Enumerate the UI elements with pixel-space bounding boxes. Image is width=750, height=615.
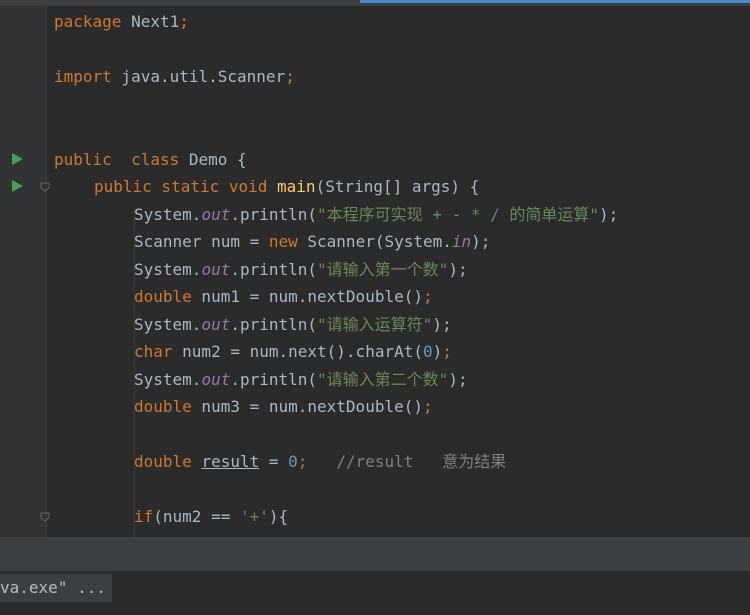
code-text: );: [471, 232, 491, 251]
method-params: (String[] args) {: [315, 177, 480, 196]
semicolon: ;: [297, 452, 308, 471]
console-output: va.exe" ...: [0, 574, 112, 602]
semicolon: ;: [422, 397, 433, 416]
code-text: ): [432, 342, 443, 361]
keyword: public static void: [94, 177, 268, 196]
static-field: out: [201, 370, 231, 389]
horizontal-scrollbar[interactable]: [0, 537, 750, 571]
variable-result: result: [201, 452, 260, 471]
editor-gutter: [0, 6, 47, 537]
code-text: Scanner(System.: [297, 232, 452, 251]
code-text: .println(: [230, 370, 318, 389]
number-literal: 0: [422, 342, 433, 361]
code-text: System.: [134, 370, 202, 389]
code-line-4[interactable]: double num1 = num.nextDouble();: [134, 283, 433, 310]
run-console[interactable]: va.exe" ...: [0, 571, 750, 615]
static-field: out: [201, 260, 231, 279]
number-literal: 0: [288, 452, 298, 471]
code-text: =: [259, 452, 289, 471]
static-field: out: [201, 205, 231, 224]
code-line-import[interactable]: import java.util.Scanner;: [54, 63, 295, 90]
semicolon: ;: [422, 287, 433, 306]
code-text: );: [432, 315, 452, 334]
code-text: num2 = num.next().charAt(: [172, 342, 423, 361]
code-line-6[interactable]: char num2 = num.next().charAt(0);: [134, 338, 452, 365]
import-name: java.util.Scanner: [111, 67, 286, 86]
code-text: );: [599, 205, 619, 224]
code-text: System.: [134, 315, 202, 334]
code-text: num3 = num.nextDouble(): [191, 397, 423, 416]
code-editor[interactable]: package Next1; import java.util.Scanner;…: [47, 6, 750, 537]
code-text: .println(: [230, 260, 318, 279]
semicolon: ;: [179, 12, 189, 31]
code-line-package[interactable]: package Next1;: [54, 8, 189, 35]
keyword: package: [54, 12, 122, 31]
semicolon: ;: [442, 342, 452, 361]
keyword: double: [134, 287, 192, 306]
keyword: public: [54, 150, 112, 169]
code-line-7[interactable]: System.out.println("请输入第二个数");: [134, 366, 468, 393]
code-line-5[interactable]: System.out.println("请输入运算符");: [134, 311, 452, 338]
code-line-2[interactable]: Scanner num = new Scanner(System.in);: [134, 228, 490, 255]
code-line-class[interactable]: public class Demo {: [54, 146, 247, 173]
static-field: in: [451, 232, 472, 251]
active-tab-indicator: [360, 0, 750, 3]
code-line-10[interactable]: if(num2 == '+'){: [134, 503, 288, 530]
keyword: double: [134, 397, 192, 416]
code-text: System.: [134, 205, 202, 224]
code-text: Scanner num =: [134, 232, 269, 251]
static-field: out: [201, 315, 231, 334]
keyword: import: [54, 67, 112, 86]
code-text: );: [448, 370, 468, 389]
keyword: double: [134, 452, 192, 471]
string-literal: "请输入第一个数": [317, 260, 449, 279]
code-line-3[interactable]: System.out.println("请输入第一个数");: [134, 256, 468, 283]
code-line-9[interactable]: double result = 0; //result 意为结果: [134, 448, 506, 475]
code-line-main[interactable]: public static void main(String[] args) {: [94, 173, 479, 200]
code-text: ){: [268, 507, 289, 526]
class-name: Demo {: [179, 150, 247, 169]
keyword: if: [134, 507, 154, 526]
string-literal: "本程序可实现 + - * / 的简单运算": [317, 205, 600, 224]
keyword: class: [111, 150, 180, 169]
code-text: .println(: [230, 315, 318, 334]
char-literal: '+': [239, 507, 269, 526]
comment: //result 意为结果: [307, 452, 507, 471]
method-name: main: [267, 177, 316, 196]
code-text: num1 = num.nextDouble(): [191, 287, 423, 306]
code-text: System.: [134, 260, 202, 279]
code-text: );: [448, 260, 468, 279]
keyword: new: [268, 232, 298, 251]
string-literal: "请输入运算符": [317, 315, 433, 334]
code-text: (num2 ==: [153, 507, 240, 526]
keyword: char: [134, 342, 173, 361]
code-line-8[interactable]: double num3 = num.nextDouble();: [134, 393, 433, 420]
string-literal: "请输入第二个数": [317, 370, 449, 389]
semicolon: ;: [285, 67, 295, 86]
code-text: .println(: [230, 205, 318, 224]
run-main-icon[interactable]: [12, 180, 23, 192]
run-class-icon[interactable]: [12, 153, 23, 165]
package-name: Next1: [121, 12, 180, 31]
code-line-1[interactable]: System.out.println("本程序可实现 + - * / 的简单运算…: [134, 201, 618, 228]
